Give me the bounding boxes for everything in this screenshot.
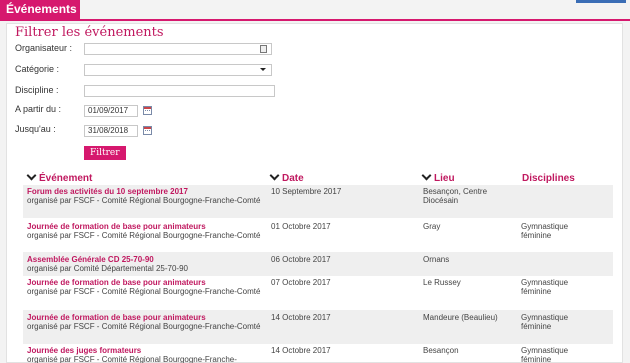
event-date: 14 Octobre 2017 (271, 313, 331, 322)
table-row: Assemblée Générale CD 25-70-90 organisé … (23, 252, 613, 276)
from-date-field[interactable]: 01/09/2017 (84, 105, 138, 117)
column-header-date[interactable]: Date (269, 170, 304, 185)
event-date: 01 Octobre 2017 (271, 222, 331, 231)
event-organizer: organisé par FSCF - Comité Régional Bour… (27, 231, 261, 240)
event-place: Besançon (423, 346, 459, 355)
organisateur-label: Organisateur : (15, 43, 73, 53)
event-discipline: Gymnastique féminine (521, 222, 569, 240)
event-organizer: organisé par FSCF - Comité Régional Bour… (27, 287, 261, 296)
column-header-date-label: Date (282, 173, 304, 184)
event-organizer: organisé par FSCF - Comité Régional Bour… (27, 322, 261, 331)
calendar-icon[interactable] (143, 126, 152, 135)
event-place: Besançon, Centre Diocésain (423, 187, 488, 205)
top-right-button[interactable] (576, 0, 626, 3)
to-date-field[interactable]: 31/08/2018 (84, 125, 138, 137)
categorie-label: Catégorie : (15, 64, 60, 74)
event-place: Ornans (423, 255, 450, 264)
table-row: Journée des juges formateurs organisé pa… (23, 344, 613, 363)
column-header-place[interactable]: Lieu (421, 170, 455, 185)
column-header-place-label: Lieu (434, 173, 455, 184)
discipline-label: Discipline : (15, 85, 59, 95)
lookup-icon[interactable] (260, 45, 267, 53)
from-date-label: A partir du : (15, 104, 62, 114)
event-organizer: organisé par Comité Départemental 25-70-… (27, 264, 188, 273)
chevron-down-icon (260, 68, 266, 71)
column-header-event[interactable]: Événement (26, 170, 93, 185)
categorie-select[interactable] (84, 64, 272, 76)
event-organizer: organisé par FSCF - Comité Régional Bour… (27, 196, 261, 205)
calendar-icon[interactable] (143, 106, 152, 115)
event-place: Le Russey (423, 278, 461, 287)
sort-chevron-icon (421, 170, 432, 181)
sort-chevron-icon (26, 170, 37, 181)
table-row: Journée de formation de base pour animat… (23, 276, 613, 310)
event-title-link[interactable]: Journée des juges formateurs (27, 346, 267, 355)
tab-underline (0, 19, 630, 21)
events-tab[interactable]: Événements (0, 0, 80, 19)
event-date: 07 Octobre 2017 (271, 278, 331, 287)
table-row: Journée de formation de base pour animat… (23, 310, 613, 344)
event-discipline: Gymnastique féminine (521, 346, 569, 363)
event-discipline: Gymnastique féminine (521, 278, 569, 296)
table-row: Forum des activités du 10 septembre 2017… (23, 185, 613, 218)
filter-button[interactable]: Filtrer (84, 146, 126, 160)
event-title-link[interactable]: Journée de formation de base pour animat… (27, 222, 267, 231)
discipline-field[interactable] (84, 85, 275, 97)
event-date: 06 Octobre 2017 (271, 255, 331, 264)
filter-title: Filtrer les événements (15, 25, 164, 40)
column-header-disciplines-label: Disciplines (522, 173, 575, 184)
event-discipline: Gymnastique féminine (521, 313, 569, 331)
event-place: Gray (423, 222, 441, 231)
event-title-link[interactable]: Forum des activités du 10 septembre 2017 (27, 187, 267, 196)
event-organizer: organisé par FSCF - Comité Régional Bour… (27, 355, 237, 363)
event-title-link[interactable]: Assemblée Générale CD 25-70-90 (27, 255, 267, 264)
organisateur-field[interactable] (84, 43, 272, 55)
sort-chevron-icon (269, 170, 280, 181)
column-header-disciplines: Disciplines (522, 173, 575, 185)
event-place: Mandeure (Beaulieu) (423, 313, 498, 322)
event-title-link[interactable]: Journée de formation de base pour animat… (27, 278, 267, 287)
to-date-label: Jusqu'au : (15, 124, 56, 134)
event-title-link[interactable]: Journée de formation de base pour animat… (27, 313, 267, 322)
event-date: 14 Octobre 2017 (271, 346, 331, 355)
column-header-event-label: Événement (39, 173, 93, 184)
event-date: 10 Septembre 2017 (271, 187, 342, 196)
table-row: Journée de formation de base pour animat… (23, 218, 613, 252)
